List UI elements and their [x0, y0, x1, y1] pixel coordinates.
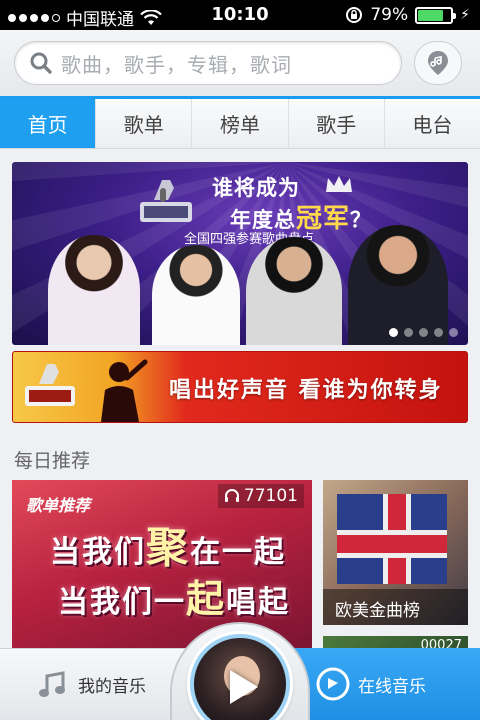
pager-dot	[434, 328, 443, 337]
section-title-daily: 每日推荐	[14, 450, 91, 472]
tab-charts[interactable]: 榜单	[192, 99, 289, 148]
my-music-label: 我的音乐	[78, 677, 146, 697]
crown-icon	[326, 176, 352, 192]
promo-banner[interactable]: 唱出好声音 看谁为你转身	[12, 351, 468, 423]
battery-icon	[415, 6, 457, 24]
online-music-label: 在线音乐	[358, 676, 426, 697]
status-bar: 中国联通 10:10 79% ⚡	[0, 0, 480, 30]
tab-playlists[interactable]: 歌单	[96, 99, 193, 148]
voice-logo-icon	[140, 180, 192, 222]
bottom-bar: 我的音乐 在线音乐	[0, 622, 480, 720]
banner-pager	[389, 328, 458, 337]
online-music-button[interactable]: 在线音乐	[280, 648, 480, 720]
pager-dot	[419, 328, 428, 337]
voice-logo-icon	[25, 364, 75, 406]
location-pin-icon	[428, 51, 448, 75]
charging-icon: ⚡	[460, 7, 470, 23]
chart-card[interactable]: 欧美金曲榜	[323, 480, 468, 625]
singer-silhouette-icon	[101, 359, 148, 422]
tab-bar: 首页 歌单 榜单 歌手 电台	[0, 96, 480, 149]
search-placeholder: 歌曲，歌手，专辑，歌词	[61, 52, 292, 77]
tab-radio[interactable]: 电台	[385, 99, 480, 148]
singer-photo	[152, 245, 240, 345]
chart-card-label: 欧美金曲榜	[323, 589, 468, 625]
union-jack-artwork	[337, 494, 447, 584]
pager-dot	[404, 328, 413, 337]
pager-dot	[389, 328, 398, 337]
battery-percent: 79%	[370, 5, 409, 25]
tab-artists[interactable]: 歌手	[289, 99, 385, 148]
headphones-icon	[224, 489, 239, 502]
play-count-badge: 77101	[217, 484, 304, 508]
music-note-icon	[39, 670, 65, 697]
featured-banner[interactable]: 谁将成为 年度总冠军？ 全国四强参赛歌曲盘点	[12, 162, 468, 345]
rotation-lock-icon	[346, 7, 363, 23]
locate-button[interactable]	[414, 41, 462, 85]
pager-dot	[449, 328, 458, 337]
singer-photo	[246, 237, 342, 345]
online-music-icon	[316, 667, 350, 701]
promo-text: 唱出好声音 看谁为你转身	[169, 378, 443, 403]
search-input[interactable]: 歌曲，歌手，专辑，歌词	[14, 41, 402, 85]
card-tag: 歌单推荐	[26, 496, 91, 515]
card-headline-1: 当我们聚在一起	[50, 523, 287, 572]
play-icon[interactable]	[230, 670, 258, 704]
singer-photo	[348, 225, 448, 345]
playlist-card[interactable]: 歌单推荐 77101 当我们聚在一起 当我们一起唱起	[12, 480, 312, 650]
search-icon	[30, 52, 52, 74]
card-headline-2: 当我们一起唱起	[58, 577, 291, 621]
search-header: 歌曲，歌手，专辑，歌词	[0, 30, 480, 96]
tab-home[interactable]: 首页	[0, 99, 97, 148]
singer-photo	[48, 235, 140, 345]
